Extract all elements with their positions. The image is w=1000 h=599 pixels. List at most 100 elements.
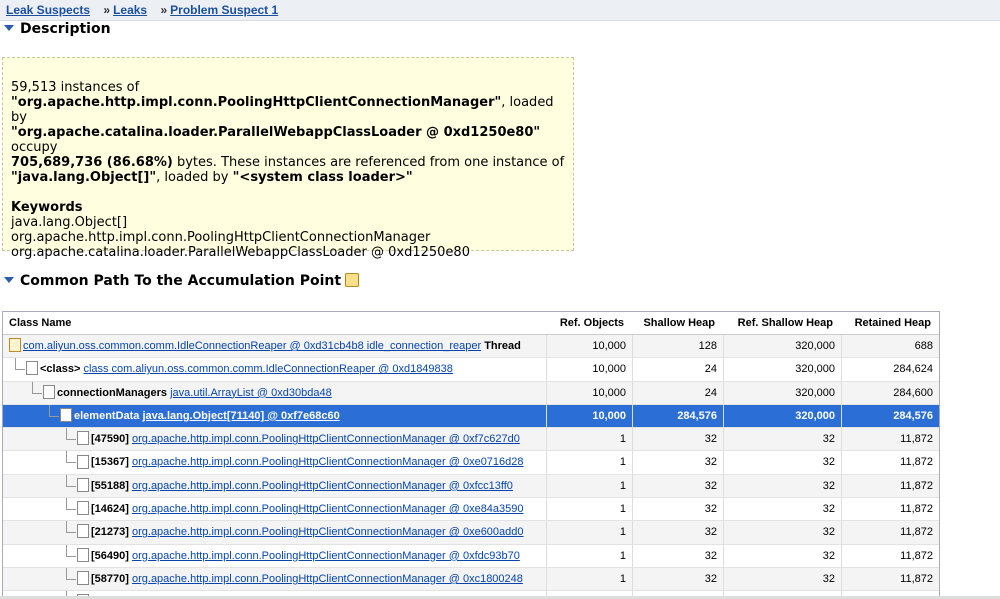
object-icon xyxy=(77,477,89,492)
occupy-text: occupy xyxy=(11,140,58,155)
table-row[interactable]: [15367] org.apache.http.impl.conn.Poolin… xyxy=(3,451,939,475)
object-icon xyxy=(77,431,89,446)
object-link[interactable]: java.util.ArrayList @ 0xd30bda48 xyxy=(170,387,332,399)
ref-shallow-heap-cell: 320,000 xyxy=(723,381,841,404)
class-loader-name: "org.apache.catalina.loader.ParallelWeba… xyxy=(11,125,541,140)
object-link[interactable]: org.apache.http.impl.conn.PoolingHttpCli… xyxy=(132,573,523,585)
object-icon xyxy=(77,501,89,516)
table-row[interactable]: [21273] org.apache.http.impl.conn.Poolin… xyxy=(3,521,939,545)
leak-class-name: "org.apache.http.impl.conn.PoolingHttpCl… xyxy=(11,95,502,110)
class-name-cell: [15367] org.apache.http.impl.conn.Poolin… xyxy=(3,451,546,473)
shallow-heap-cell: 32 xyxy=(632,474,723,498)
ref-objects-cell: 1 xyxy=(546,521,632,544)
field-name: [14624] xyxy=(91,503,129,516)
tree-connector xyxy=(9,567,77,590)
ref-objects-cell: 10,000 xyxy=(546,381,632,404)
object-link[interactable]: java.lang.Object[71140] @ 0xf7e68c60 xyxy=(142,410,339,422)
occupied-bytes: 705,689,736 (86.68%) xyxy=(11,155,173,170)
expand-triangle-icon[interactable] xyxy=(4,277,14,283)
ref-shallow-heap-cell: 320,000 xyxy=(723,358,841,381)
table-row[interactable]: com.aliyun.oss.common.comm.IdleConnectio… xyxy=(3,335,939,359)
ref-shallow-heap-cell: 32 xyxy=(723,451,841,474)
class-name-cell: [56490] org.apache.http.impl.conn.Poolin… xyxy=(3,544,546,567)
shallow-heap-cell: 32 xyxy=(632,521,723,544)
tree-connector xyxy=(9,451,77,473)
table-row[interactable]: <class> class com.aliyun.oss.common.comm… xyxy=(3,358,939,382)
class-name-cell: [47590] org.apache.http.impl.conn.Poolin… xyxy=(3,428,546,450)
shallow-heap-cell: 32 xyxy=(632,544,723,567)
expand-triangle-icon[interactable] xyxy=(4,25,14,31)
ref-objects-cell: 1 xyxy=(546,567,632,591)
class-name-cell: [21273] org.apache.http.impl.conn.Poolin… xyxy=(3,521,546,543)
ref-shallow-heap-cell: 32 xyxy=(723,474,841,498)
table-row[interactable]: [55188] org.apache.http.impl.conn.Poolin… xyxy=(3,474,939,499)
table-row[interactable]: [47590] org.apache.http.impl.conn.Poolin… xyxy=(3,428,939,452)
tree-connector xyxy=(9,474,77,497)
description-heading: Description xyxy=(20,21,111,37)
field-name: <class> xyxy=(40,363,81,376)
object-link[interactable]: org.apache.http.impl.conn.PoolingHttpCli… xyxy=(132,526,524,538)
ref-objects-cell: 1 xyxy=(546,544,632,567)
shallow-heap-cell: 32 xyxy=(632,428,723,451)
table-row[interactable]: [56490] org.apache.http.impl.conn.Poolin… xyxy=(3,544,939,568)
instances-of-text: instances of xyxy=(60,80,140,95)
breadcrumb-leak-suspects[interactable]: Leak Suspects xyxy=(6,3,90,17)
tree-connector xyxy=(9,404,60,427)
field-name: [15367] xyxy=(91,456,129,469)
object-link[interactable]: org.apache.http.impl.conn.PoolingHttpCli… xyxy=(132,480,513,492)
shallow-heap-cell: 32 xyxy=(632,498,723,521)
field-name: elementData xyxy=(74,409,140,422)
object-link[interactable]: org.apache.http.impl.conn.PoolingHttpCli… xyxy=(132,433,520,445)
retained-heap-cell: 11,872 xyxy=(841,428,939,451)
table-row[interactable]: [14624] org.apache.http.impl.conn.Poolin… xyxy=(3,498,939,522)
object-icon xyxy=(26,361,38,376)
tree-connector xyxy=(9,381,43,404)
shallow-heap-cell: 32 xyxy=(632,567,723,591)
object-link[interactable]: org.apache.http.impl.conn.PoolingHttpCli… xyxy=(132,550,520,562)
field-name: [56490] xyxy=(91,549,129,562)
object-link[interactable]: org.apache.http.impl.conn.PoolingHttpCli… xyxy=(132,503,524,515)
column-ref-objects[interactable]: Ref. Objects xyxy=(546,312,632,334)
tree-connector xyxy=(9,498,77,520)
description-toggle[interactable]: Description xyxy=(4,21,111,37)
object-link[interactable]: org.apache.http.impl.conn.PoolingHttpCli… xyxy=(132,456,524,468)
bytes-suffix-text: bytes. These instances are referenced fr… xyxy=(176,155,565,170)
keywords-heading: Keywords xyxy=(11,200,83,215)
table-row[interactable]: connectionManagers java.util.ArrayList @… xyxy=(3,381,939,405)
shallow-heap-cell: 24 xyxy=(632,358,723,381)
table-row[interactable]: elementData java.lang.Object[71140] @ 0x… xyxy=(3,404,939,429)
retained-heap-cell: 11,872 xyxy=(841,567,939,591)
object-icon xyxy=(77,547,89,562)
column-class-name[interactable]: Class Name xyxy=(3,312,546,334)
open-in-dominator-icon[interactable] xyxy=(345,273,360,287)
retained-heap-cell: 11,872 xyxy=(841,451,939,474)
object-link[interactable]: class com.aliyun.oss.common.comm.IdleCon… xyxy=(83,363,452,375)
table-row[interactable]: [58770] org.apache.http.impl.conn.Poolin… xyxy=(3,567,939,592)
object-icon xyxy=(77,524,89,539)
system-class-loader: "<system class loader>" xyxy=(232,170,413,185)
class-name-cell: <class> class com.aliyun.oss.common.comm… xyxy=(3,358,546,380)
object-icon xyxy=(77,454,89,469)
description-box: 59,513 instances of "org.apache.http.imp… xyxy=(2,57,574,260)
breadcrumb: Leak Suspects » Leaks » Problem Suspect 1 xyxy=(0,0,1000,21)
shallow-heap-cell: 24 xyxy=(632,381,723,404)
common-path-toggle[interactable]: Common Path To the Accumulation Point xyxy=(4,273,360,289)
column-shallow-heap[interactable]: Shallow Heap xyxy=(632,312,723,334)
breadcrumb-leaks[interactable]: Leaks xyxy=(113,3,147,17)
tree-connector xyxy=(9,428,77,450)
column-retained-heap[interactable]: Retained Heap xyxy=(841,312,939,334)
retained-heap-cell: 284,600 xyxy=(841,381,939,404)
field-name: [55188] xyxy=(91,479,129,492)
tree-connector xyxy=(9,544,77,567)
ref-shallow-heap-cell: 320,000 xyxy=(723,404,841,428)
breadcrumb-problem-suspect-1[interactable]: Problem Suspect 1 xyxy=(170,3,278,17)
tree-connector xyxy=(9,358,26,380)
column-ref-shallow-heap[interactable]: Ref. Shallow Heap xyxy=(723,312,841,334)
shallow-heap-cell: 284,576 xyxy=(632,404,723,428)
referencing-class: "java.lang.Object[]" xyxy=(11,170,157,185)
shallow-heap-cell: 32 xyxy=(632,451,723,474)
object-link[interactable]: com.aliyun.oss.common.comm.IdleConnectio… xyxy=(23,340,481,352)
ref-shallow-heap-cell: 32 xyxy=(723,521,841,544)
ref-objects-cell: 1 xyxy=(546,498,632,521)
ref-shallow-heap-cell: 32 xyxy=(723,498,841,521)
